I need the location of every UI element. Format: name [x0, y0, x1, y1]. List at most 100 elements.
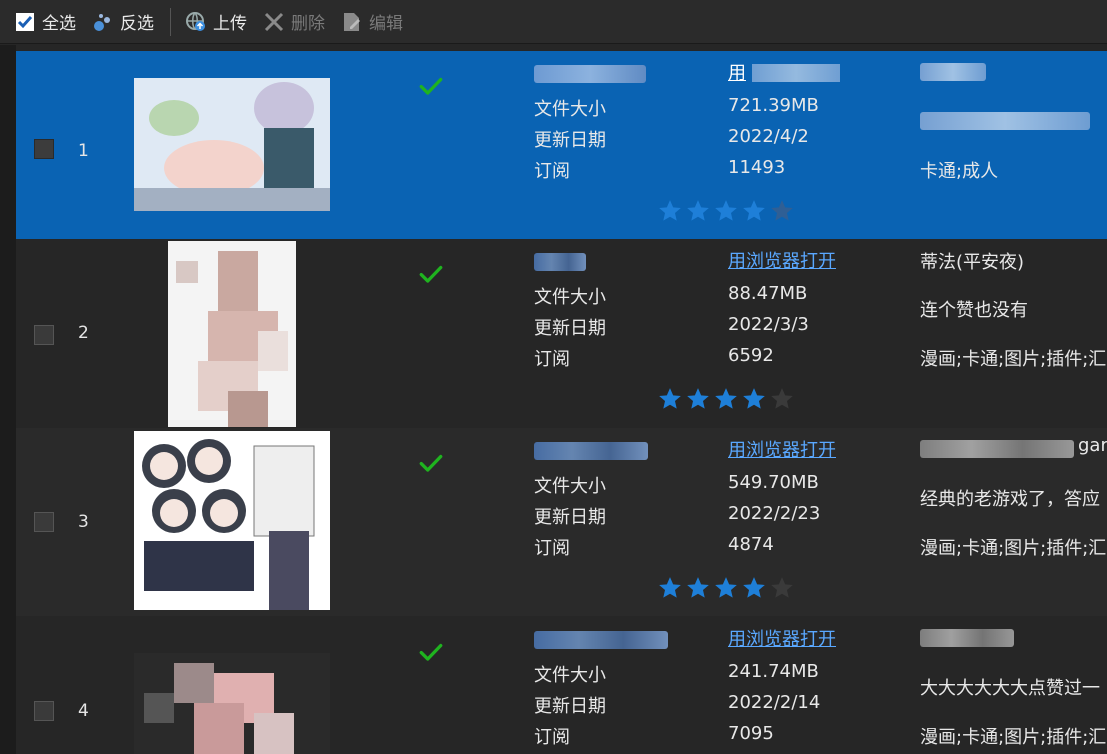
- size-label: 文件大小: [534, 99, 606, 120]
- item-thumbnail[interactable]: [134, 78, 330, 211]
- subs-label: 订阅: [534, 161, 570, 182]
- description-text: 连个赞也没有: [920, 300, 1028, 321]
- upload-button[interactable]: 上传: [185, 9, 247, 34]
- star-icon: [684, 575, 712, 601]
- star-icon: [740, 386, 768, 412]
- title-tail-text: gar: [1078, 435, 1107, 456]
- star-empty-icon: [768, 198, 796, 224]
- date-value: 2022/2/23: [728, 503, 821, 524]
- size-label: 文件大小: [534, 287, 606, 308]
- edit-label: 编辑: [369, 14, 403, 34]
- open-in-browser-link[interactable]: 用浏览器打开: [728, 247, 836, 273]
- star-empty-icon: [768, 575, 796, 601]
- open-in-browser-link[interactable]: 用浏览器打开: [728, 436, 836, 462]
- delete-button[interactable]: 删除: [263, 9, 325, 34]
- invert-dots-icon: [92, 11, 114, 33]
- size-value: 88.47MB: [728, 283, 808, 304]
- star-icon: [712, 575, 740, 601]
- open-in-browser-link[interactable]: 用: [728, 59, 746, 85]
- row-index: 4: [78, 701, 89, 721]
- row-index: 2: [78, 323, 89, 343]
- item-thumbnail[interactable]: [134, 653, 330, 754]
- star-icon: [656, 198, 684, 224]
- rating-stars: [656, 198, 796, 224]
- edit-button[interactable]: 编辑: [341, 9, 403, 34]
- tags-text: 卡通;成人: [920, 161, 999, 182]
- description-text: 经典的老游戏了，答应: [920, 489, 1100, 510]
- rating-stars: [656, 575, 796, 601]
- invert-selection-button[interactable]: 反选: [92, 9, 154, 34]
- upload-globe-icon: [185, 11, 207, 33]
- size-label: 文件大小: [534, 665, 606, 686]
- checkmark-icon: [418, 639, 444, 665]
- tags-text: 漫画;卡通;图片;插件;汇: [920, 727, 1107, 748]
- list-item[interactable]: 2 用浏览器打开 文件大小 88.47MB 更新日期 2022/3/3 订阅 6…: [16, 239, 1107, 427]
- size-value: 241.74MB: [728, 661, 819, 682]
- subs-label: 订阅: [534, 349, 570, 370]
- open-in-browser-link[interactable]: 用浏览器打开: [728, 625, 836, 651]
- item-title-text: 蒂法(平安夜): [920, 252, 1025, 273]
- item-list: 1 用 文件大小 721.39MB 更新日期 2022/4/2 订阅 11493…: [0, 45, 1107, 754]
- star-icon: [684, 386, 712, 412]
- date-value: 2022/4/2: [728, 126, 809, 147]
- star-icon: [656, 386, 684, 412]
- title-redacted: [534, 442, 648, 460]
- size-value: 721.39MB: [728, 95, 819, 116]
- left-gutter: [0, 45, 16, 754]
- checkbox-checked-icon: [14, 11, 36, 33]
- item-thumbnail[interactable]: [168, 241, 296, 427]
- size-label: 文件大小: [534, 476, 606, 497]
- author-redacted: [920, 63, 986, 81]
- row-index: 1: [78, 141, 89, 161]
- subs-label: 订阅: [534, 538, 570, 559]
- subs-value: 7095: [728, 723, 774, 744]
- title-redacted: [534, 65, 646, 83]
- subs-value: 11493: [728, 157, 786, 178]
- list-item[interactable]: 3 用浏览器打开 文件大小 549.70MB 更新日期 2022/2/23 订阅…: [16, 428, 1107, 616]
- subs-value: 6592: [728, 345, 774, 366]
- checkmark-icon: [418, 450, 444, 476]
- author-redacted: [920, 440, 1074, 458]
- close-x-icon: [263, 11, 285, 33]
- list-item[interactable]: 1 用 文件大小 721.39MB 更新日期 2022/4/2 订阅 11493…: [16, 51, 1107, 239]
- select-all-label: 全选: [42, 14, 76, 34]
- list-item[interactable]: 4 用浏览器打开 文件大小 241.74MB 更新日期 2022/2/14 订阅…: [16, 617, 1107, 754]
- date-value: 2022/2/14: [728, 692, 821, 713]
- star-icon: [684, 198, 712, 224]
- star-icon: [656, 575, 684, 601]
- star-empty-icon: [768, 386, 796, 412]
- item-thumbnail[interactable]: [134, 431, 330, 610]
- date-label: 更新日期: [534, 318, 606, 339]
- row-checkbox[interactable]: [34, 512, 54, 532]
- tags-text: 漫画;卡通;图片;插件;汇: [920, 538, 1107, 559]
- date-label: 更新日期: [534, 696, 606, 717]
- row-checkbox[interactable]: [34, 325, 54, 345]
- author-redacted: [920, 629, 1014, 647]
- checkmark-icon: [418, 261, 444, 287]
- size-value: 549.70MB: [728, 472, 819, 493]
- description-text: 大大大大大大点赞过一: [920, 678, 1100, 699]
- rating-stars: [656, 386, 796, 412]
- toolbar: 全选 反选 上传 删除 编辑: [0, 0, 1107, 44]
- upload-label: 上传: [213, 14, 247, 34]
- title-redacted: [534, 631, 668, 649]
- subs-label: 订阅: [534, 727, 570, 748]
- title-redacted: [534, 253, 586, 271]
- tags-text: 漫画;卡通;图片;插件;汇: [920, 349, 1107, 370]
- row-checkbox[interactable]: [34, 701, 54, 721]
- date-label: 更新日期: [534, 130, 606, 151]
- date-label: 更新日期: [534, 507, 606, 528]
- description-redacted: [920, 112, 1090, 130]
- star-icon: [712, 198, 740, 224]
- star-icon: [740, 198, 768, 224]
- checkmark-icon: [418, 73, 444, 99]
- row-checkbox[interactable]: [34, 139, 54, 159]
- date-value: 2022/3/3: [728, 314, 809, 335]
- star-icon: [740, 575, 768, 601]
- edit-document-icon: [341, 11, 363, 33]
- delete-label: 删除: [291, 14, 325, 34]
- star-icon: [712, 386, 740, 412]
- row-index: 3: [78, 512, 89, 532]
- select-all-button[interactable]: 全选: [14, 9, 76, 34]
- invert-selection-label: 反选: [120, 14, 154, 34]
